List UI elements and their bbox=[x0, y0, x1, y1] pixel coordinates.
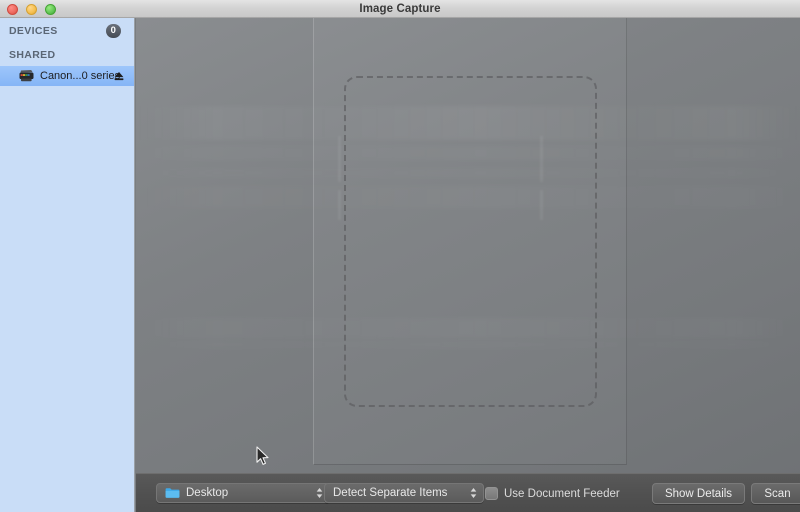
detection-mode-popup-button[interactable]: Detect Separate Items bbox=[324, 483, 484, 503]
bottom-toolbar: Desktop Detect Separate Items Use Docume… bbox=[136, 473, 800, 512]
destination-popup-button[interactable]: Desktop bbox=[156, 483, 330, 503]
chevron-updown-icon bbox=[470, 488, 477, 498]
devices-count-badge: 0 bbox=[106, 24, 121, 38]
sidebar-item-label: Canon...0 series bbox=[40, 70, 121, 82]
show-details-button[interactable]: Show Details bbox=[652, 483, 745, 504]
title-bar: Image Capture bbox=[0, 0, 800, 18]
sidebar-section-devices: DEVICES 0 bbox=[0, 20, 134, 42]
printer-icon bbox=[19, 70, 34, 82]
detection-mode-label: Detect Separate Items bbox=[333, 487, 448, 499]
document-feeder-control[interactable]: Use Document Feeder bbox=[485, 487, 620, 500]
destination-label: Desktop bbox=[186, 487, 229, 499]
sidebar: DEVICES 0 SHARED Canon...0 series bbox=[0, 18, 135, 512]
sidebar-section-shared-label: SHARED bbox=[9, 49, 56, 61]
folder-icon bbox=[165, 488, 180, 498]
use-document-feeder-label: Use Document Feeder bbox=[504, 487, 620, 500]
sidebar-item-canon-scanner[interactable]: Canon...0 series bbox=[0, 66, 134, 86]
arrow-cursor bbox=[256, 446, 269, 465]
window-title: Image Capture bbox=[359, 3, 441, 15]
scan-button[interactable]: Scan bbox=[751, 483, 800, 504]
image-capture-window: Image Capture DEVICES 0 SHARED Canon...0… bbox=[0, 0, 800, 512]
scan-preview-area[interactable] bbox=[136, 18, 800, 512]
selection-marquee[interactable] bbox=[344, 76, 597, 407]
eject-icon[interactable] bbox=[113, 70, 125, 82]
sidebar-section-devices-label: DEVICES bbox=[9, 25, 58, 37]
use-document-feeder-checkbox[interactable] bbox=[485, 487, 498, 500]
sidebar-section-shared: SHARED bbox=[0, 44, 134, 66]
